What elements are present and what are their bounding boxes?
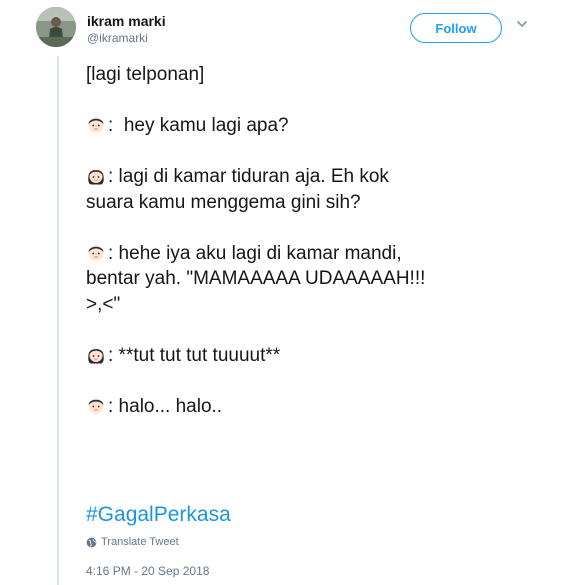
tweet-line-m2c: >,<" [86, 293, 121, 315]
user-name[interactable]: ikram marki [87, 13, 166, 29]
chevron-down-icon[interactable] [516, 18, 528, 30]
globe-icon [86, 537, 97, 547]
boy-face-emoji-icon [86, 395, 106, 415]
tweet-line-m2b: bentar yah. "MAMAAAAA UDAAAAAH!!! [86, 268, 426, 289]
tweet-line-m2a: : hehe iya aku lagi di kamar mandi, [86, 241, 556, 267]
tweet-line-f1a: : lagi di kamar tiduran aja. Eh kok [86, 164, 556, 190]
follow-button[interactable]: Follow [410, 13, 502, 43]
hashtag-link[interactable]: #GagalPerkasa [86, 503, 231, 527]
tweet-line-m3: : halo... halo.. [86, 394, 556, 420]
tweet-text: [lagi telponan] : hey kamu lagi apa? : l… [86, 62, 556, 419]
boy-face-emoji-icon [86, 114, 106, 134]
girl-face-emoji-icon [86, 165, 106, 185]
thread-line [57, 56, 59, 585]
timestamp[interactable]: 4:16 PM - 20 Sep 2018 [86, 564, 209, 578]
tweet-line-header: [lagi telponan] [86, 64, 205, 85]
avatar[interactable] [36, 7, 76, 47]
girl-face-emoji-icon [86, 344, 106, 364]
tweet-line-f2: : **tut tut tut tuuuut** [86, 343, 556, 369]
user-handle[interactable]: @ikramarki [87, 31, 148, 45]
boy-face-emoji-icon [86, 242, 106, 262]
translate-tweet-button[interactable]: Translate Tweet [86, 536, 179, 548]
translate-tweet-label: Translate Tweet [101, 536, 179, 548]
tweet-line-m1: : hey kamu lagi apa? [86, 113, 556, 139]
tweet-line-f1b: suara kamu menggema gini sih? [86, 191, 361, 213]
